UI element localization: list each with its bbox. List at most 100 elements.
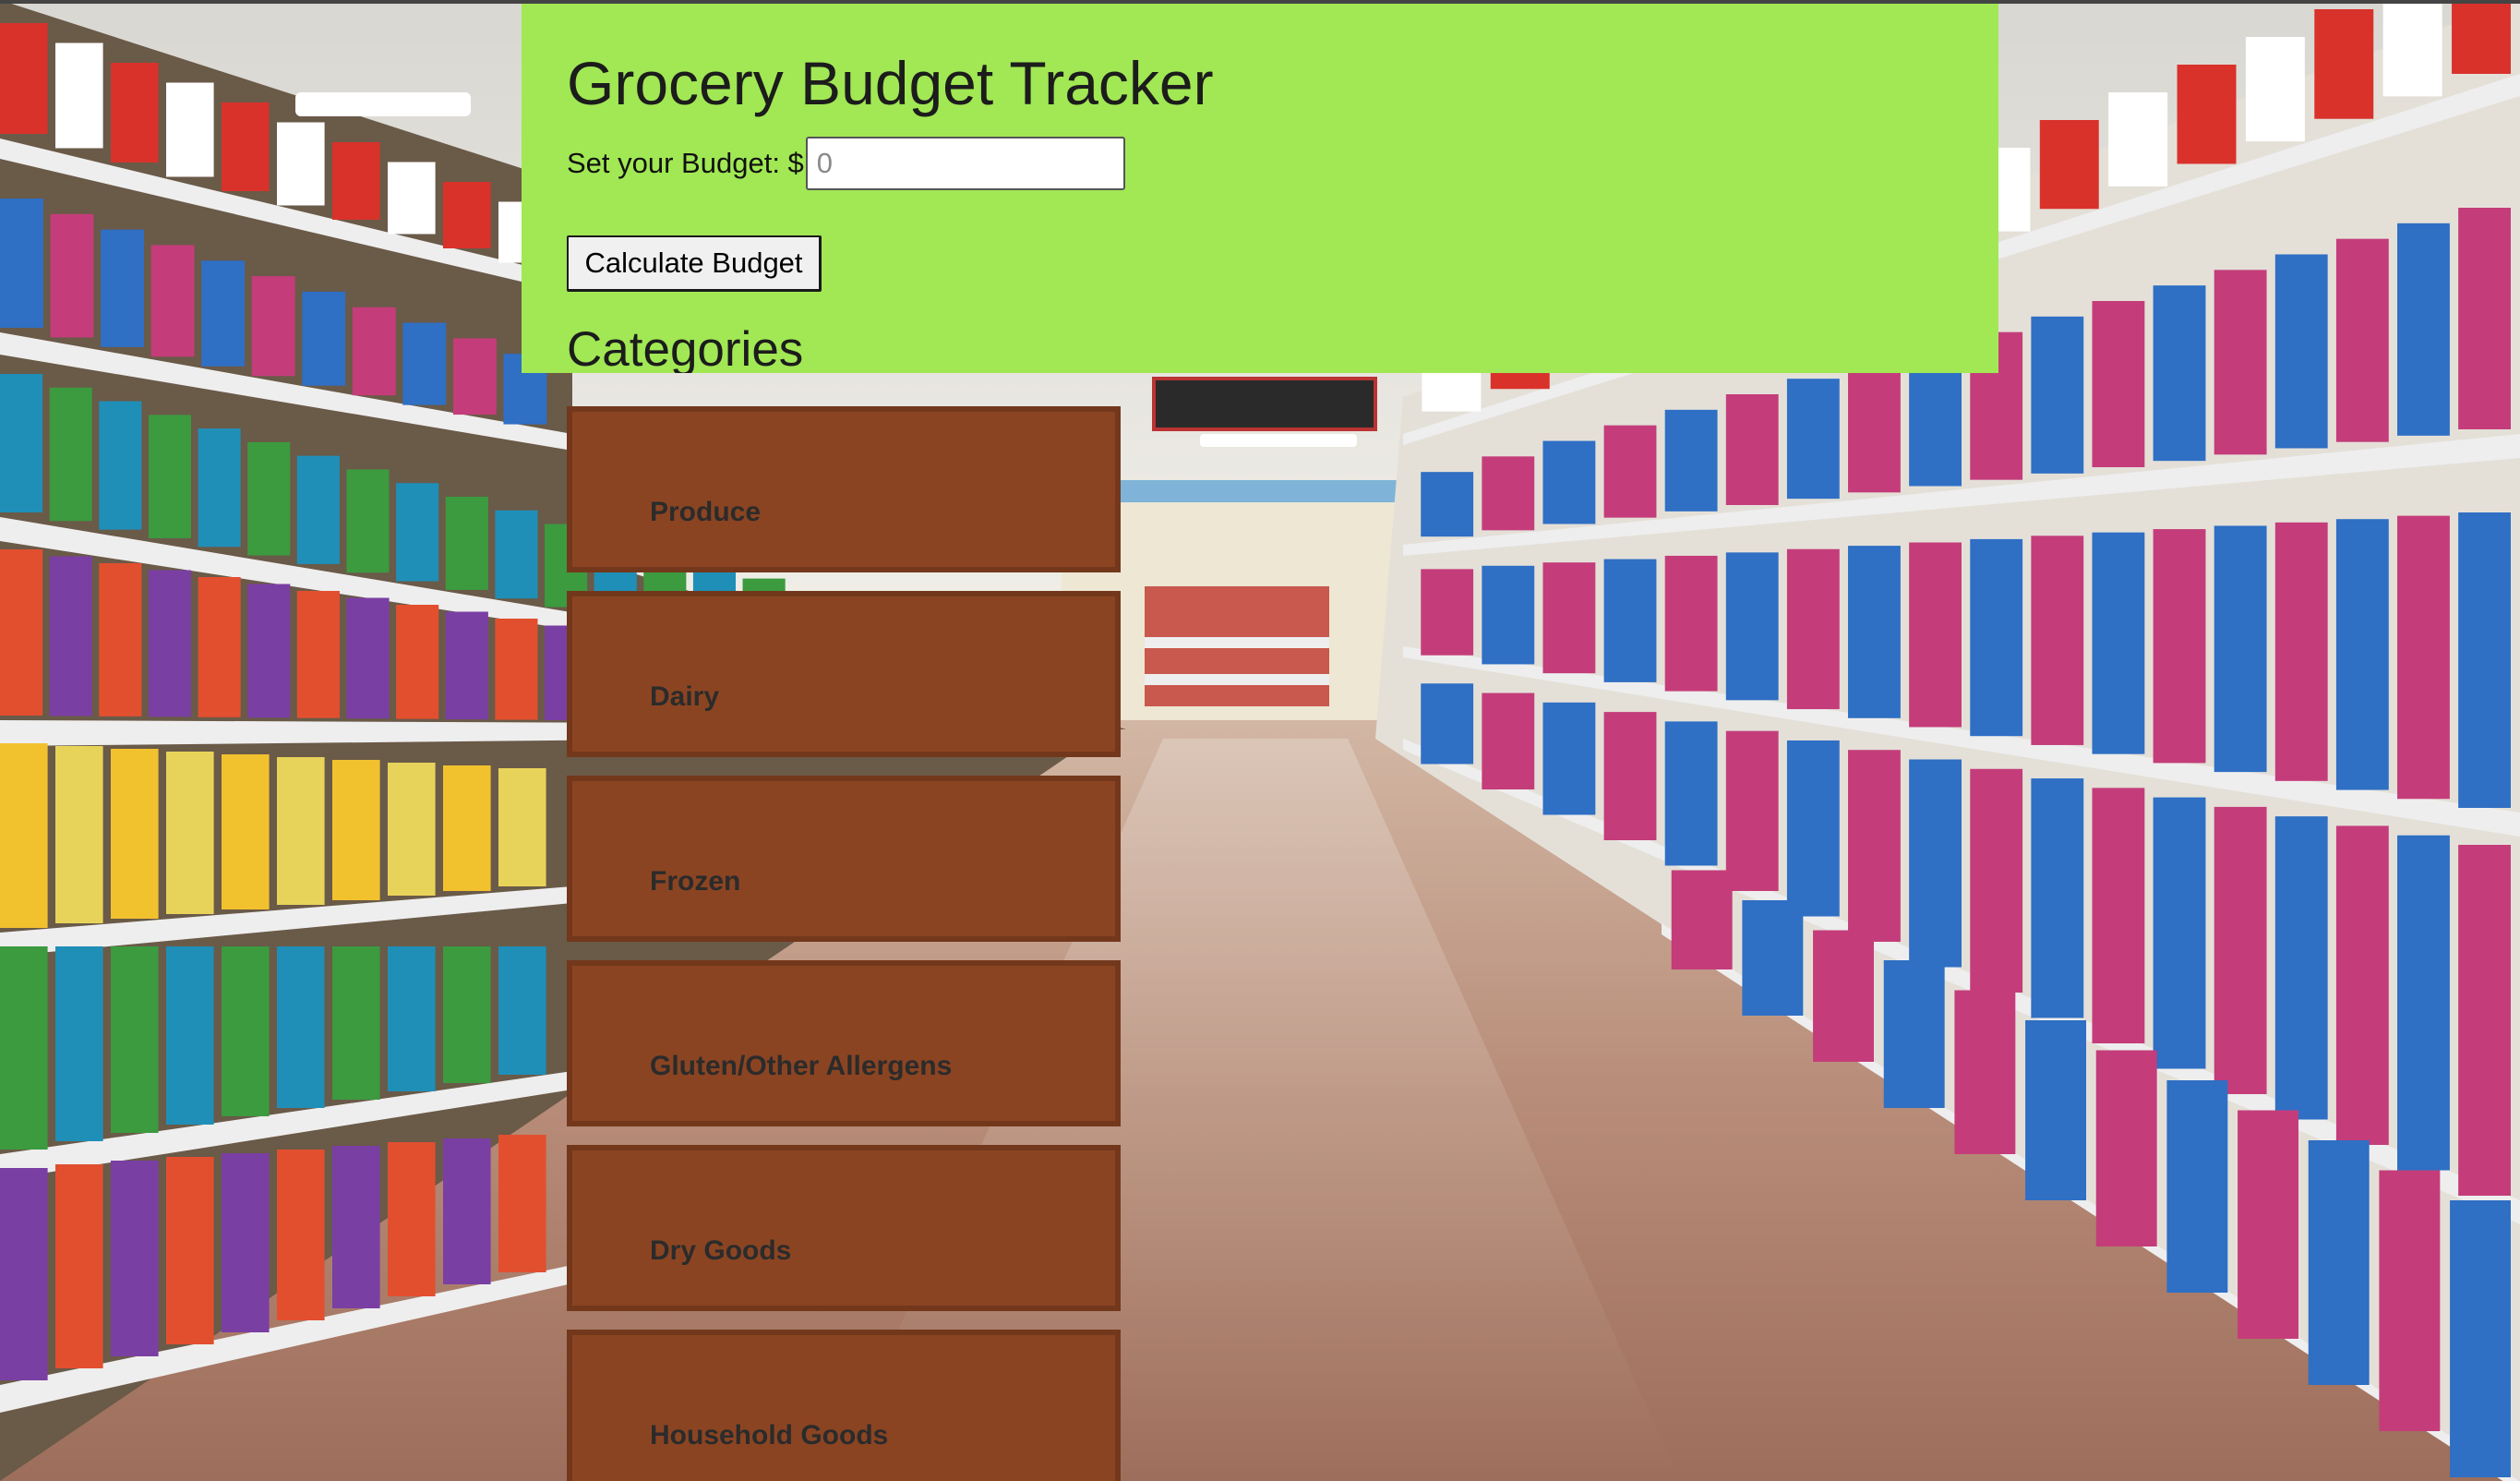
product-package: [388, 162, 436, 235]
product-package: [2092, 532, 2145, 754]
product-package: [2335, 519, 2389, 790]
product-package: [222, 946, 270, 1116]
product-package: [2092, 788, 2145, 1043]
category-card-dairy[interactable]: Dairy: [567, 591, 1121, 757]
calculate-budget-button[interactable]: Calculate Budget: [567, 235, 822, 292]
product-package: [346, 469, 390, 573]
product-package: [388, 1142, 436, 1296]
product-package: [2397, 515, 2450, 800]
product-package: [1725, 552, 1779, 701]
category-card-produce[interactable]: Produce: [567, 406, 1121, 572]
product-package: [1421, 569, 1474, 656]
product-package: [0, 1168, 48, 1380]
product-package: [1482, 692, 1535, 789]
product-package: [1482, 456, 1535, 531]
product-package: [166, 1157, 214, 1344]
product-package: [396, 605, 439, 719]
product-package: [443, 1138, 491, 1284]
product-package: [2314, 9, 2374, 119]
product-package: [2274, 816, 2328, 1120]
product-package: [1848, 363, 1901, 493]
budget-row: Set your Budget: $: [567, 136, 1125, 191]
product-package: [2108, 92, 2168, 187]
product-package: [2397, 223, 2450, 436]
product-package: [1421, 683, 1474, 765]
product-package: [1786, 548, 1840, 710]
product-package: [166, 752, 214, 914]
product-package: [332, 142, 380, 220]
product-package: [0, 743, 48, 928]
product-package: [1725, 730, 1779, 891]
category-card-gluten-other-allergens[interactable]: Gluten/Other Allergens: [567, 960, 1121, 1126]
category-label: Produce: [650, 497, 762, 527]
product-package: [2095, 1050, 2157, 1246]
product-package: [332, 946, 380, 1100]
product-package: [1664, 721, 1718, 866]
product-package: [1909, 759, 1962, 968]
product-package: [1786, 379, 1840, 500]
product-package: [2166, 1080, 2228, 1293]
product-package: [111, 946, 159, 1133]
product-package: [148, 570, 192, 717]
product-package: [111, 63, 159, 163]
product-package: [2214, 270, 2267, 455]
budget-input[interactable]: [805, 137, 1125, 190]
product-package: [1742, 900, 1804, 1016]
page: Grocery Budget Tracker Set your Budget: …: [0, 0, 2520, 1481]
product-package: [445, 611, 488, 720]
product-package: [101, 229, 144, 347]
category-card-dry-goods[interactable]: Dry Goods: [567, 1145, 1121, 1311]
product-package: [251, 276, 295, 377]
product-package: [222, 754, 270, 909]
product-package: [247, 584, 291, 718]
product-package: [247, 441, 291, 556]
category-label: Gluten/Other Allergens: [650, 1051, 953, 1081]
product-package: [1603, 425, 1657, 518]
product-package: [495, 619, 538, 720]
product-package: [2031, 536, 2084, 745]
product-package: [1482, 565, 1535, 665]
product-package: [99, 563, 142, 716]
product-package: [2238, 1110, 2298, 1339]
category-card-frozen[interactable]: Frozen: [567, 776, 1121, 942]
product-package: [2214, 525, 2267, 773]
product-package: [0, 199, 43, 328]
product-package: [1970, 768, 2023, 993]
product-package: [1671, 870, 1733, 969]
product-package: [2039, 120, 2099, 210]
product-package: [1786, 740, 1840, 917]
product-package: [2031, 316, 2084, 474]
product-package: [277, 1150, 325, 1320]
product-package: [302, 291, 346, 386]
product-package: [388, 946, 436, 1091]
product-package: [1848, 546, 1901, 718]
product-package: [55, 1164, 103, 1368]
product-package: [2177, 65, 2237, 164]
product-package: [2458, 512, 2511, 808]
product-package: [277, 122, 325, 206]
category-label: Frozen: [650, 866, 741, 897]
product-package: [1813, 930, 1874, 1062]
product-package: [296, 455, 340, 564]
product-package: [2308, 1140, 2370, 1385]
product-package: [1970, 538, 2023, 737]
product-package: [396, 483, 439, 582]
product-package: [277, 757, 325, 905]
product-package: [2458, 845, 2511, 1196]
product-package: [2153, 797, 2206, 1069]
product-package: [2379, 1170, 2441, 1431]
product-package: [198, 577, 241, 717]
product-package: [498, 1135, 546, 1272]
category-label: Household Goods: [650, 1420, 889, 1451]
category-card-household-goods[interactable]: Household Goods: [567, 1330, 1121, 1481]
product-package: [166, 82, 214, 177]
product-package: [495, 510, 538, 599]
product-package: [55, 42, 103, 149]
product-package: [1883, 960, 1945, 1108]
product-package: [452, 338, 497, 415]
product-package: [50, 213, 94, 338]
product-package: [2452, 0, 2511, 74]
categories-heading: Categories: [567, 322, 804, 373]
product-package: [2153, 529, 2206, 764]
product-package: [0, 374, 43, 512]
